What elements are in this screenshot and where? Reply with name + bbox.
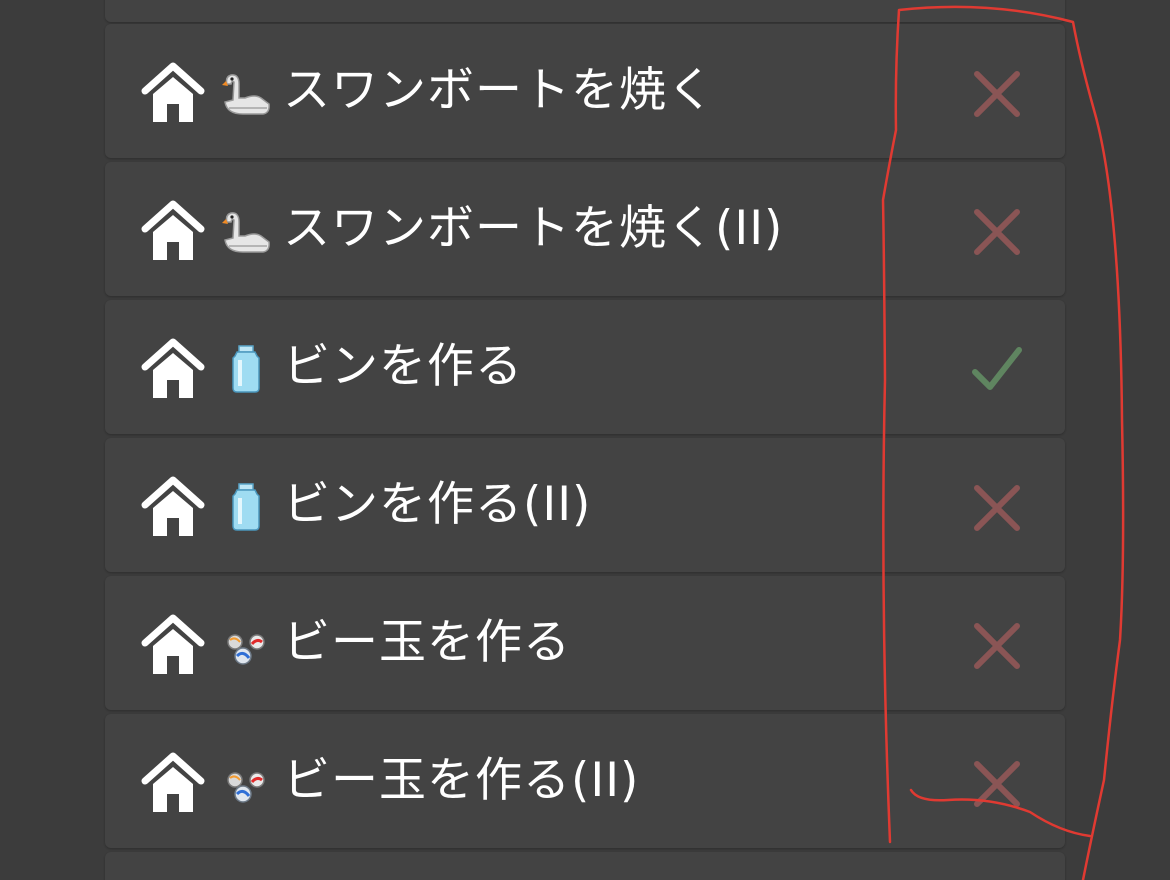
task-label: スワンボートを焼く(II): [283, 201, 784, 256]
swan-boat-icon: [222, 212, 270, 253]
cross-icon[interactable]: [969, 618, 1025, 674]
task-label: ビンを作る: [283, 339, 523, 394]
task-card[interactable]: ビー玉を作る: [105, 576, 1065, 710]
check-icon[interactable]: [969, 342, 1025, 398]
home-icon: [141, 338, 205, 398]
home-icon: [141, 200, 205, 260]
task-label: ビー玉を作る: [283, 615, 571, 670]
task-card[interactable]: ビンを作る(II): [105, 438, 1065, 572]
bottle-icon: [232, 345, 260, 393]
task-card-partial-above[interactable]: [105, 0, 1065, 22]
home-icon: [141, 752, 205, 812]
task-card-partial-below[interactable]: [105, 852, 1065, 880]
home-icon: [141, 476, 205, 536]
home-icon: [141, 62, 205, 122]
task-label: ビー玉を作る(II): [283, 753, 640, 808]
task-label: スワンボートを焼く: [283, 63, 715, 118]
marbles-icon: [227, 634, 265, 665]
task-card[interactable]: スワンボートを焼く(II): [105, 162, 1065, 296]
cross-icon[interactable]: [969, 66, 1025, 122]
task-card[interactable]: ビー玉を作る(II): [105, 714, 1065, 848]
task-card[interactable]: ビンを作る: [105, 300, 1065, 434]
marbles-icon: [227, 772, 265, 803]
swan-boat-icon: [222, 74, 270, 115]
cross-icon[interactable]: [969, 204, 1025, 260]
cross-icon[interactable]: [969, 480, 1025, 536]
task-card[interactable]: スワンボートを焼く: [105, 24, 1065, 158]
cross-icon[interactable]: [969, 756, 1025, 812]
task-list-screen: スワンボートを焼く スワンボートを焼く(II) ビンを作る ビンを作る(II) …: [0, 0, 1170, 880]
home-icon: [141, 614, 205, 674]
bottle-icon: [232, 483, 260, 531]
task-label: ビンを作る(II): [283, 477, 592, 532]
